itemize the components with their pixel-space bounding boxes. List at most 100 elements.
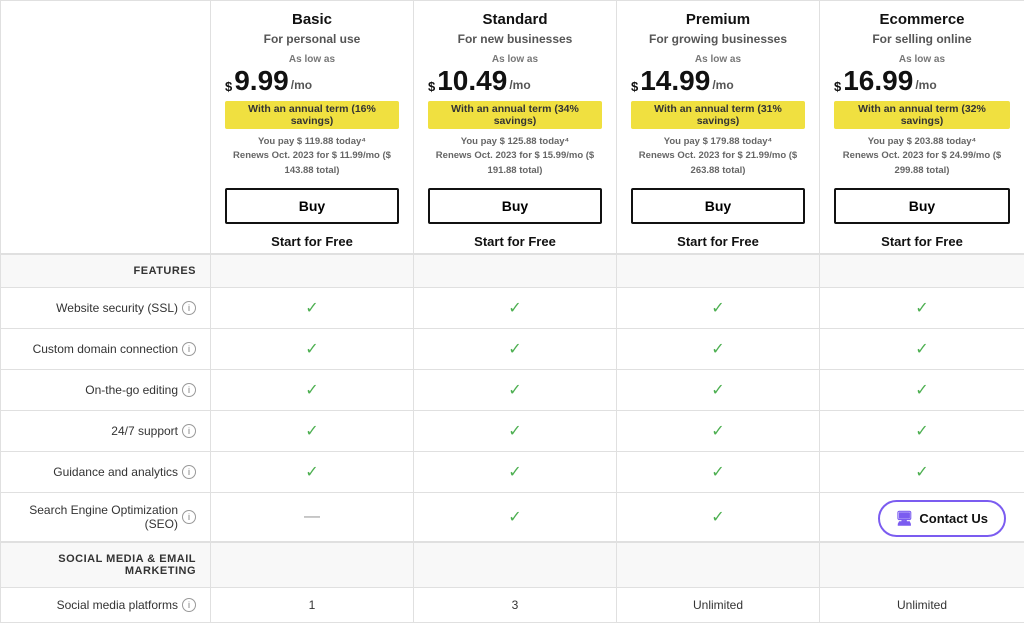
dash-icon: — [304, 508, 320, 525]
feature-label-0-2: On-the-go editing i [1, 369, 211, 410]
feature-name-0-4: Guidance and analytics [53, 465, 178, 479]
check-icon: ✓ [305, 341, 318, 358]
section-empty-0-2 [617, 254, 820, 288]
feature-value-0-4-2: ✓ [617, 451, 820, 492]
plan-tagline-ecommerce: For selling online [834, 32, 1010, 46]
cell-text-0: 1 [309, 598, 316, 612]
feature-value-0-4-1: ✓ [414, 451, 617, 492]
table-row: 24/7 supporti✓✓✓✓ [1, 410, 1024, 451]
buy-button-basic[interactable]: Buy [225, 188, 399, 224]
plan-name-basic: Basic [225, 11, 399, 28]
contact-us-label: Contact Us [919, 511, 988, 526]
chat-icon: 🖥 [896, 510, 914, 527]
feature-value-1-0-2: Unlimited [617, 587, 820, 622]
feature-label-0-0: Website security (SSL)i [1, 287, 211, 328]
price-row-basic: $ 9.99 /mo [225, 67, 399, 95]
feature-value-0-5-0: — [211, 492, 414, 542]
check-icon: ✓ [915, 341, 928, 358]
plan-tagline-basic: For personal use [225, 32, 399, 46]
section-empty-0-1 [414, 254, 617, 288]
check-icon: ✓ [711, 382, 724, 399]
check-icon: ✓ [305, 423, 318, 440]
section-empty-1-0 [211, 542, 414, 588]
check-icon: ✓ [305, 382, 318, 399]
check-icon: ✓ [508, 341, 521, 358]
feature-value-0-0-2: ✓ [617, 287, 820, 328]
savings-badge-ecommerce: With an annual term (32% savings) [834, 101, 1010, 129]
info-icon-1-0[interactable]: i [182, 598, 196, 612]
check-icon: ✓ [305, 464, 318, 481]
feature-value-0-2-0: ✓ [211, 369, 414, 410]
plan-name-ecommerce: Ecommerce [834, 11, 1010, 28]
price-period-standard: /mo [509, 78, 530, 92]
start-free-basic[interactable]: Start for Free [225, 234, 399, 249]
price-period-basic: /mo [291, 78, 312, 92]
feature-value-0-3-1: ✓ [414, 410, 617, 451]
check-icon: ✓ [711, 341, 724, 358]
price-dollar-ecommerce: $ [834, 80, 841, 93]
table-row: Guidance and analytics i ✓ ✓ ✓ ✓ [1, 451, 1024, 492]
feature-value-0-0-1: ✓ [414, 287, 617, 328]
section-empty-0-0 [211, 254, 414, 288]
info-icon-0-4[interactable]: i [182, 465, 196, 479]
check-icon: ✓ [508, 300, 521, 317]
price-dollar-basic: $ [225, 80, 232, 93]
plan-header-standard: Standard For new businesses As low as $ … [414, 1, 617, 254]
start-free-ecommerce[interactable]: Start for Free [834, 234, 1010, 249]
buy-button-standard[interactable]: Buy [428, 188, 602, 224]
feature-name-0-3: 24/7 support [111, 424, 178, 438]
payment-info-basic: You pay $ 119.88 today⁴Renews Oct. 2023 … [225, 135, 399, 178]
plan-name-standard: Standard [428, 11, 602, 28]
section-empty-0-3 [820, 254, 1024, 288]
section-label-1: SOCIAL MEDIA & EMAIL MARKETING [1, 542, 211, 588]
feature-value-0-4-3: ✓ [820, 451, 1024, 492]
check-icon: ✓ [508, 382, 521, 399]
price-label-basic: As low as [225, 54, 399, 65]
price-row-standard: $ 10.49 /mo [428, 67, 602, 95]
check-icon: ✓ [915, 423, 928, 440]
price-period-premium: /mo [712, 78, 733, 92]
price-amount-premium: 14.99 [640, 67, 710, 95]
info-icon-0-2[interactable]: i [182, 383, 196, 397]
section-empty-1-3 [820, 542, 1024, 588]
cell-text-2: Unlimited [693, 598, 743, 612]
info-icon-0-0[interactable]: i [182, 301, 196, 315]
price-dollar-standard: $ [428, 80, 435, 93]
payment-info-ecommerce: You pay $ 203.88 today⁴Renews Oct. 2023 … [834, 135, 1010, 178]
feature-label-0-4: Guidance and analytics i [1, 451, 211, 492]
check-icon: ✓ [711, 509, 724, 526]
price-amount-ecommerce: 16.99 [843, 67, 913, 95]
table-row: On-the-go editing i ✓ ✓ ✓ ✓ [1, 369, 1024, 410]
buy-button-ecommerce[interactable]: Buy [834, 188, 1010, 224]
plan-name-premium: Premium [631, 11, 805, 28]
feature-label-0-3: 24/7 support i [1, 410, 211, 451]
feature-name-0-2: On-the-go editing [85, 383, 178, 397]
contact-us-button[interactable]: 🖥 Contact Us [878, 500, 1006, 537]
feature-name-0-5: Search Engine Optimization (SEO) [15, 503, 178, 531]
feature-value-0-1-2: ✓ [617, 328, 820, 369]
cell-text-1: 3 [512, 598, 519, 612]
feature-value-1-0-0: 1 [211, 587, 414, 622]
feature-value-0-0-3: ✓ [820, 287, 1024, 328]
feature-value-0-1-1: ✓ [414, 328, 617, 369]
buy-button-premium[interactable]: Buy [631, 188, 805, 224]
table-row: Search Engine Optimization (SEO)i—✓✓✓ [1, 492, 1024, 542]
feature-value-0-2-3: ✓ [820, 369, 1024, 410]
start-free-premium[interactable]: Start for Free [631, 234, 805, 249]
price-amount-basic: 9.99 [234, 67, 289, 95]
info-icon-0-1[interactable]: i [182, 342, 196, 356]
plan-tagline-premium: For growing businesses [631, 32, 805, 46]
savings-badge-standard: With an annual term (34% savings) [428, 101, 602, 129]
check-icon: ✓ [508, 464, 521, 481]
check-icon: ✓ [711, 464, 724, 481]
info-icon-0-5[interactable]: i [182, 510, 196, 524]
check-icon: ✓ [711, 300, 724, 317]
feature-value-0-1-3: ✓ [820, 328, 1024, 369]
price-label-ecommerce: As low as [834, 54, 1010, 65]
start-free-standard[interactable]: Start for Free [428, 234, 602, 249]
feature-value-0-3-3: ✓ [820, 410, 1024, 451]
feature-value-0-3-0: ✓ [211, 410, 414, 451]
payment-info-premium: You pay $ 179.88 today⁴Renews Oct. 2023 … [631, 135, 805, 178]
info-icon-0-3[interactable]: i [182, 424, 196, 438]
feature-value-0-3-2: ✓ [617, 410, 820, 451]
